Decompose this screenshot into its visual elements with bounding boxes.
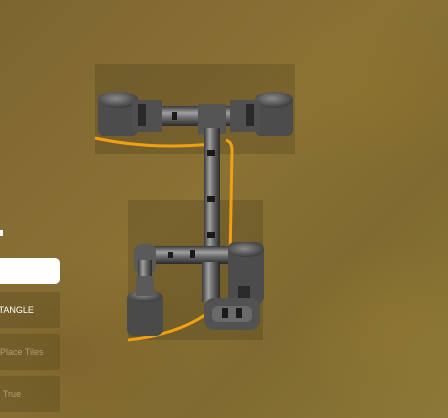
pipe-elbow-left[interactable] xyxy=(134,244,156,280)
panel-marker xyxy=(0,230,3,236)
name-input[interactable] xyxy=(0,258,60,284)
pipe-vertical-main[interactable] xyxy=(198,104,226,248)
storage-tank-top-right[interactable] xyxy=(230,92,293,136)
tool-option[interactable]: : Place Tiles xyxy=(0,334,60,370)
snap-label: r: True xyxy=(0,389,22,399)
mode-label: CTANGLE xyxy=(0,305,34,315)
storage-tank-top-left[interactable] xyxy=(98,92,162,136)
tool-options-panel: CTANGLE : Place Tiles r: True xyxy=(0,230,64,418)
storage-tank-bottom-right[interactable] xyxy=(228,242,264,304)
mode-option[interactable]: CTANGLE xyxy=(0,292,60,328)
pump-bottom-left[interactable] xyxy=(127,276,163,336)
tool-label: : Place Tiles xyxy=(0,347,44,357)
pipe-network[interactable] xyxy=(0,0,448,418)
snap-option[interactable]: r: True xyxy=(0,376,60,412)
